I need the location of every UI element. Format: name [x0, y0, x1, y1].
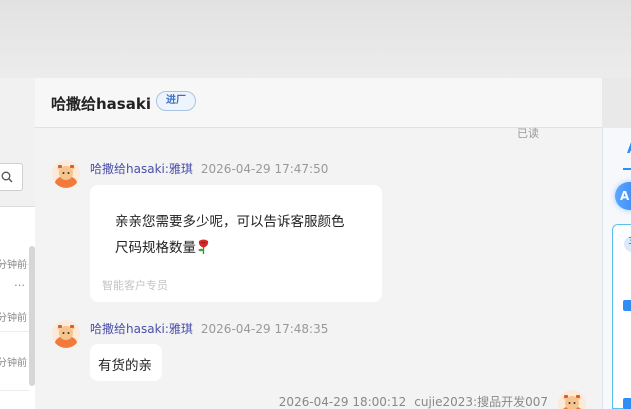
- cow-avatar-icon: [52, 160, 80, 188]
- more-icon[interactable]: …: [14, 276, 25, 289]
- rose-emoji-icon: [198, 239, 209, 254]
- cow-avatar-icon: [52, 320, 80, 348]
- search-button[interactable]: [0, 163, 23, 191]
- chat-window: 哈撒给hasaki 进厂 已读 哈撒给hasaki:雅琪 2026-04-29 1…: [35, 78, 602, 409]
- avatar[interactable]: [52, 160, 80, 188]
- list-item-time: 分钟前: [0, 260, 27, 271]
- message-meta-outgoing: 2026-04-29 18:00:12 cujie2023:搜品开发007: [279, 393, 548, 409]
- list-item[interactable]: 分钟前: [0, 331, 29, 391]
- list-item-time: 分钟前: [0, 313, 27, 324]
- tab-assistant[interactable]: A: [627, 141, 631, 157]
- list-item-time: 分钟前: [0, 358, 27, 369]
- message-line: 亲亲您需要多少呢，可以告诉客服颜色: [115, 214, 345, 230]
- sender-name[interactable]: 哈撒给hasaki:雅琪: [90, 322, 193, 336]
- search-icon: [1, 171, 13, 183]
- avatar[interactable]: [52, 320, 80, 348]
- message-text: 有货的亲: [98, 358, 152, 374]
- read-status: 已读: [517, 127, 539, 140]
- checkbox[interactable]: [623, 398, 631, 409]
- avatar[interactable]: [558, 390, 586, 409]
- message-text: 亲亲您需要多少呢，可以告诉客服颜色 尺码规格数量: [115, 209, 365, 261]
- message-meta: 哈撒给hasaki:雅琪 2026-04-29 17:47:50: [90, 160, 328, 177]
- top-background: [0, 0, 631, 78]
- chat-header: 哈撒给hasaki 进厂: [35, 78, 602, 128]
- tab-indicator: [623, 168, 631, 170]
- sender-name[interactable]: 哈撒给hasaki:雅琪: [90, 162, 193, 176]
- list-item[interactable]: 分钟前: [0, 289, 29, 331]
- message-time: 2026-04-29 18:00:12: [278, 395, 407, 409]
- message-meta: 哈撒给hasaki:雅琪 2026-04-29 17:48:35: [90, 320, 328, 337]
- suggestion-card: [612, 224, 631, 409]
- ai-button-label: A: [620, 189, 630, 203]
- sender-name[interactable]: cujie2023:搜品开发007: [414, 395, 548, 409]
- message-line: 尺码规格数量: [115, 240, 196, 256]
- message-bubble: 有货的亲: [90, 344, 162, 381]
- status-tag[interactable]: 进厂: [156, 91, 196, 111]
- cow-avatar-icon: [558, 390, 586, 409]
- message-time: 2026-04-29 17:47:50: [200, 162, 329, 176]
- assistant-side-panel: A A 3: [602, 128, 631, 409]
- list-item[interactable]: 分钟前 …: [0, 207, 29, 289]
- message-bubble: 亲亲您需要多少呢，可以告诉客服颜色 尺码规格数量 智能客户专员: [90, 185, 382, 302]
- message-footnote: 智能客户专员: [102, 279, 168, 292]
- message-time: 2026-04-29 17:48:35: [200, 322, 329, 336]
- checkbox[interactable]: [623, 300, 631, 311]
- chat-title: 哈撒给hasaki: [51, 95, 151, 113]
